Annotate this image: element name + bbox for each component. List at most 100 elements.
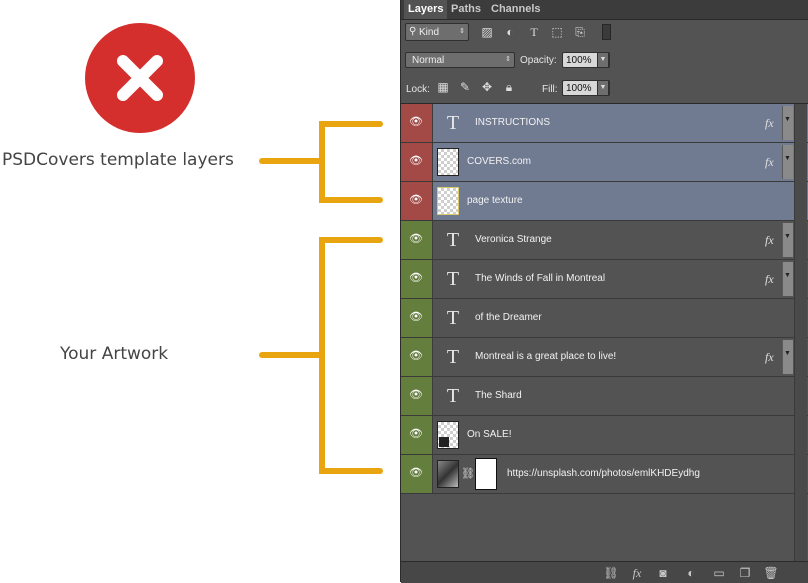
effects-expand-toggle[interactable]: ▼ bbox=[782, 262, 793, 296]
fx-icon[interactable]: fx bbox=[629, 565, 645, 581]
layers-scrollbar[interactable] bbox=[794, 104, 807, 574]
eye-icon: 👁︎ bbox=[409, 311, 423, 323]
visibility-toggle[interactable]: 👁︎ bbox=[401, 299, 432, 337]
triangle-down-icon: ▼ bbox=[784, 116, 791, 123]
layer-name: Veronica Strange bbox=[475, 234, 552, 245]
shape-filter-icon[interactable]: ⬚ bbox=[548, 23, 566, 41]
filter-kind-dropdown[interactable]: ⚲ Kind ⇕ bbox=[405, 23, 469, 41]
divider bbox=[432, 182, 433, 220]
eye-icon: 👁︎ bbox=[409, 389, 423, 401]
adjustment-icon[interactable]: ◐ bbox=[683, 565, 699, 581]
layer-row[interactable]: 👁︎ T Montreal is a great place to live! … bbox=[401, 338, 808, 377]
opacity-value: 100% bbox=[566, 55, 592, 66]
opacity-dropdown-arrow-icon[interactable]: ▼ bbox=[597, 52, 609, 68]
blend-mode-dropdown[interactable]: Normal ⇕ bbox=[405, 52, 515, 68]
fx-icon[interactable]: fx bbox=[765, 155, 774, 170]
link-layers-icon[interactable]: ⛓ bbox=[603, 565, 619, 581]
fx-icon[interactable]: fx bbox=[765, 116, 774, 131]
layer-name: of the Dreamer bbox=[475, 312, 542, 323]
divider bbox=[432, 455, 433, 493]
updown-arrow-icon: ⇕ bbox=[505, 56, 511, 63]
pixel-filter-icon[interactable]: ▨ bbox=[478, 23, 496, 41]
lock-transparency-icon[interactable]: ▦ bbox=[436, 80, 450, 94]
new-layer-icon[interactable]: ❐ bbox=[737, 565, 753, 581]
trash-icon[interactable]: 🗑︎ bbox=[763, 565, 779, 581]
layer-row[interactable]: 👁︎ T INSTRUCTIONS fx ▼ bbox=[401, 104, 808, 143]
triangle-down-icon: ▼ bbox=[784, 272, 791, 279]
effects-expand-toggle[interactable]: ▼ bbox=[782, 340, 793, 374]
visibility-toggle[interactable]: 👁︎ bbox=[401, 416, 432, 454]
triangle-down-icon: ▼ bbox=[784, 350, 791, 357]
eye-icon: 👁︎ bbox=[409, 350, 423, 362]
adjustment-filter-icon[interactable]: ◐ bbox=[501, 23, 519, 41]
tab-channels[interactable]: Channels bbox=[487, 0, 545, 19]
layer-thumbnail bbox=[437, 421, 459, 449]
fill-label: Fill: bbox=[542, 84, 558, 95]
layer-mask-thumbnail[interactable] bbox=[475, 458, 497, 490]
filter-toggle-switch[interactable] bbox=[602, 24, 611, 40]
layer-name: The Shard bbox=[475, 390, 522, 401]
layer-thumbnail bbox=[437, 148, 459, 176]
eye-icon: 👁︎ bbox=[409, 116, 423, 128]
divider bbox=[432, 221, 433, 259]
layer-row[interactable]: 👁︎ On SALE! bbox=[401, 416, 808, 455]
visibility-toggle[interactable]: 👁︎ bbox=[401, 338, 432, 376]
layer-list: 👁︎ T INSTRUCTIONS fx ▼ 👁︎ COVERS.com fx … bbox=[401, 104, 808, 494]
layer-row[interactable]: 👁︎ page texture bbox=[401, 182, 808, 221]
tab-paths[interactable]: Paths bbox=[447, 0, 485, 19]
effects-expand-toggle[interactable]: ▼ bbox=[782, 106, 793, 140]
divider bbox=[432, 338, 433, 376]
chain-link-icon[interactable]: ⛓ bbox=[461, 467, 475, 480]
layer-row[interactable]: 👁︎ T Veronica Strange fx ▼ bbox=[401, 221, 808, 260]
eye-icon: 👁︎ bbox=[409, 233, 423, 245]
artwork-bracket bbox=[259, 237, 383, 474]
fx-icon[interactable]: fx bbox=[765, 233, 774, 248]
layer-row[interactable]: 👁︎ COVERS.com fx ▼ bbox=[401, 143, 808, 182]
effects-expand-toggle[interactable]: ▼ bbox=[782, 145, 793, 179]
fx-icon[interactable]: fx bbox=[765, 272, 774, 287]
mask-icon[interactable]: ◙ bbox=[655, 565, 671, 581]
visibility-toggle[interactable]: 👁︎ bbox=[401, 143, 432, 181]
annotation-brackets bbox=[259, 121, 383, 474]
blend-mode-value: Normal bbox=[412, 55, 445, 66]
eye-icon: 👁︎ bbox=[409, 194, 423, 206]
visibility-toggle[interactable]: 👁︎ bbox=[401, 182, 432, 220]
divider bbox=[432, 143, 433, 181]
tab-layers[interactable]: Layers bbox=[404, 0, 448, 19]
divider bbox=[432, 416, 433, 454]
visibility-toggle[interactable]: 👁︎ bbox=[401, 104, 432, 142]
layer-row[interactable]: 👁︎ ⛓ https://unsplash.com/photos/emlKHDE… bbox=[401, 455, 808, 494]
effects-expand-toggle[interactable]: ▼ bbox=[782, 223, 793, 257]
search-icon: ⚲ bbox=[409, 26, 417, 37]
layer-row[interactable]: 👁︎ T The Shard bbox=[401, 377, 808, 416]
updown-arrow-icon: ⇕ bbox=[459, 28, 465, 35]
eye-icon: 👁︎ bbox=[409, 428, 423, 440]
visibility-toggle[interactable]: 👁︎ bbox=[401, 455, 432, 493]
visibility-toggle[interactable]: 👁︎ bbox=[401, 260, 432, 298]
layer-row[interactable]: 👁︎ T of the Dreamer bbox=[401, 299, 808, 338]
layer-name: COVERS.com bbox=[467, 156, 531, 167]
panel-tab-bar: Layers Paths Channels bbox=[401, 0, 808, 20]
layer-thumbnail bbox=[437, 460, 459, 488]
lock-all-icon[interactable]: 🔒︎ bbox=[502, 80, 516, 94]
layer-name: Montreal is a great place to live! bbox=[475, 351, 617, 362]
text-layer-icon: T bbox=[446, 307, 460, 329]
smart-object-filter-icon[interactable]: ⎘ bbox=[571, 23, 589, 41]
opacity-label: Opacity: bbox=[520, 55, 557, 66]
eye-icon: 👁︎ bbox=[409, 272, 423, 284]
lock-position-move-icon[interactable]: ✥ bbox=[480, 80, 494, 94]
visibility-toggle[interactable]: 👁︎ bbox=[401, 377, 432, 415]
lock-pixels-brush-icon[interactable]: ✎ bbox=[458, 80, 472, 94]
type-filter-icon[interactable]: T bbox=[525, 23, 543, 41]
layer-row[interactable]: 👁︎ T The Winds of Fall in Montreal fx ▼ bbox=[401, 260, 808, 299]
fill-dropdown-arrow-icon[interactable]: ▼ bbox=[597, 80, 609, 96]
folder-icon[interactable]: ▭ bbox=[711, 565, 727, 581]
triangle-down-icon: ▼ bbox=[784, 233, 791, 240]
fx-icon[interactable]: fx bbox=[765, 350, 774, 365]
lock-label: Lock: bbox=[406, 84, 430, 95]
triangle-down-icon: ▼ bbox=[784, 155, 791, 162]
smart-object-badge-icon bbox=[439, 437, 449, 447]
divider bbox=[432, 299, 433, 337]
layers-panel: Layers Paths Channels ⚲ Kind ⇕ ▨ ◐ T ⬚ ⎘… bbox=[400, 0, 808, 583]
visibility-toggle[interactable]: 👁︎ bbox=[401, 221, 432, 259]
